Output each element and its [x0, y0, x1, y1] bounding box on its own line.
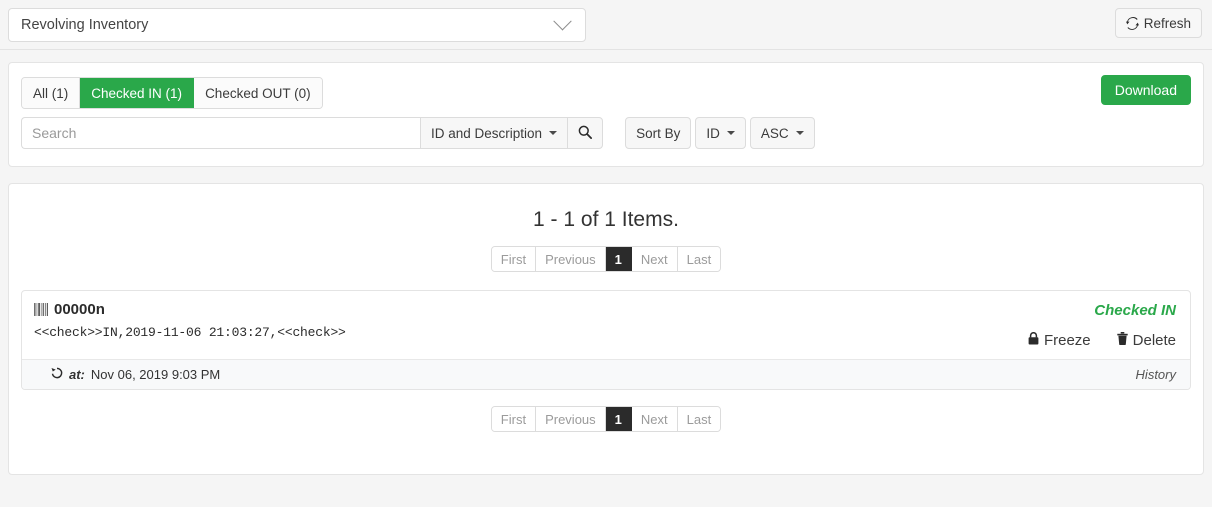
pagination-page-1[interactable]: 1	[605, 247, 632, 271]
item-footer-left: at: Nov 06, 2019 9:03 PM	[34, 367, 1136, 382]
delete-label: Delete	[1132, 332, 1176, 349]
pagination-next[interactable]: Next	[631, 247, 678, 271]
pagination-previous[interactable]: Previous	[536, 247, 606, 271]
search-field-selector[interactable]: ID and Description	[420, 117, 568, 149]
filter-tabs: All (1) Checked IN (1) Checked OUT (0)	[21, 77, 323, 109]
magnifier-icon	[578, 125, 593, 142]
pagination-bottom: First Previous 1 Next Last	[490, 406, 722, 432]
tab-checked-in[interactable]: Checked IN (1)	[80, 78, 195, 108]
history-link[interactable]: History	[1136, 367, 1176, 382]
pagination-last[interactable]: Last	[677, 247, 721, 271]
search-field-selector-label: ID and Description	[431, 125, 543, 141]
sort-direction-dropdown[interactable]: ASC	[749, 117, 815, 149]
item-footer-at-label: at:	[69, 367, 85, 382]
chevron-down-icon	[553, 11, 572, 30]
item-left: 00000n <<check>>IN,2019-11-06 21:03:27,<…	[34, 301, 966, 349]
download-label: Download	[1114, 82, 1177, 98]
pagination-bottom-last[interactable]: Last	[677, 407, 721, 431]
trash-icon	[1116, 332, 1128, 349]
pagination-bottom-first[interactable]: First	[491, 407, 537, 431]
search-row: ID and Description Sort By ID	[21, 117, 815, 149]
freeze-button[interactable]: Freeze	[1028, 332, 1091, 349]
item-card: 00000n <<check>>IN,2019-11-06 21:03:27,<…	[21, 290, 1191, 390]
results-panel: 1 - 1 of 1 Items. First Previous 1 Next …	[8, 183, 1204, 475]
caret-down-icon	[726, 131, 735, 135]
sort-group: Sort By ID ASC	[625, 117, 815, 149]
barcode-icon	[34, 303, 48, 316]
inventory-select[interactable]: Revolving Inventory	[8, 8, 586, 42]
pagination-top-wrapper: First Previous 1 Next Last	[21, 246, 1191, 272]
pagination-top: First Previous 1 Next Last	[490, 246, 722, 272]
pagination-first[interactable]: First	[491, 247, 537, 271]
download-button[interactable]: Download	[1100, 75, 1191, 105]
caret-down-icon	[549, 131, 558, 135]
item-id-row: 00000n	[34, 301, 966, 318]
pagination-bottom-wrapper: First Previous 1 Next Last	[21, 406, 1191, 432]
status-badge: Checked IN	[1094, 302, 1176, 319]
tab-all[interactable]: All (1)	[22, 78, 81, 108]
item-description: <<check>>IN,2019-11-06 21:03:27,<<check>…	[34, 325, 346, 340]
delete-button[interactable]: Delete	[1116, 332, 1176, 349]
sort-field-label: ID	[706, 125, 720, 141]
item-footer: at: Nov 06, 2019 9:03 PM History	[22, 359, 1190, 389]
pagination-bottom-previous[interactable]: Previous	[536, 407, 606, 431]
item-footer-timestamp: Nov 06, 2019 9:03 PM	[90, 367, 221, 382]
refresh-label: Refresh	[1143, 15, 1191, 31]
sort-by-label-button[interactable]: Sort By	[625, 117, 692, 149]
caret-down-icon	[795, 131, 804, 135]
item-id: 00000n	[54, 301, 105, 318]
item-right: Checked IN Freeze Delete	[966, 301, 1176, 349]
freeze-label: Freeze	[1043, 332, 1091, 349]
search-submit-button[interactable]	[567, 117, 604, 149]
inventory-select-value: Revolving Inventory	[21, 17, 149, 33]
top-bar: Revolving Inventory Refresh	[0, 0, 1212, 50]
pagination-bottom-next[interactable]: Next	[631, 407, 678, 431]
refresh-button[interactable]: Refresh	[1114, 8, 1202, 38]
sort-field-dropdown[interactable]: ID	[695, 117, 746, 149]
pagination-bottom-page-1[interactable]: 1	[605, 407, 632, 431]
sort-direction-label: ASC	[760, 125, 789, 141]
controls-panel: All (1) Checked IN (1) Checked OUT (0) D…	[8, 62, 1204, 167]
search-group: ID and Description	[21, 117, 604, 149]
lock-icon	[1028, 332, 1039, 349]
results-heading: 1 - 1 of 1 Items.	[533, 208, 679, 231]
item-actions: Freeze Delete	[966, 332, 1176, 349]
tab-checked-out[interactable]: Checked OUT (0)	[194, 78, 322, 108]
sort-by-label: Sort By	[636, 125, 681, 141]
undo-history-icon	[51, 367, 63, 382]
refresh-icon	[1125, 16, 1139, 30]
search-input[interactable]	[21, 117, 420, 149]
item-main: 00000n <<check>>IN,2019-11-06 21:03:27,<…	[22, 291, 1190, 359]
